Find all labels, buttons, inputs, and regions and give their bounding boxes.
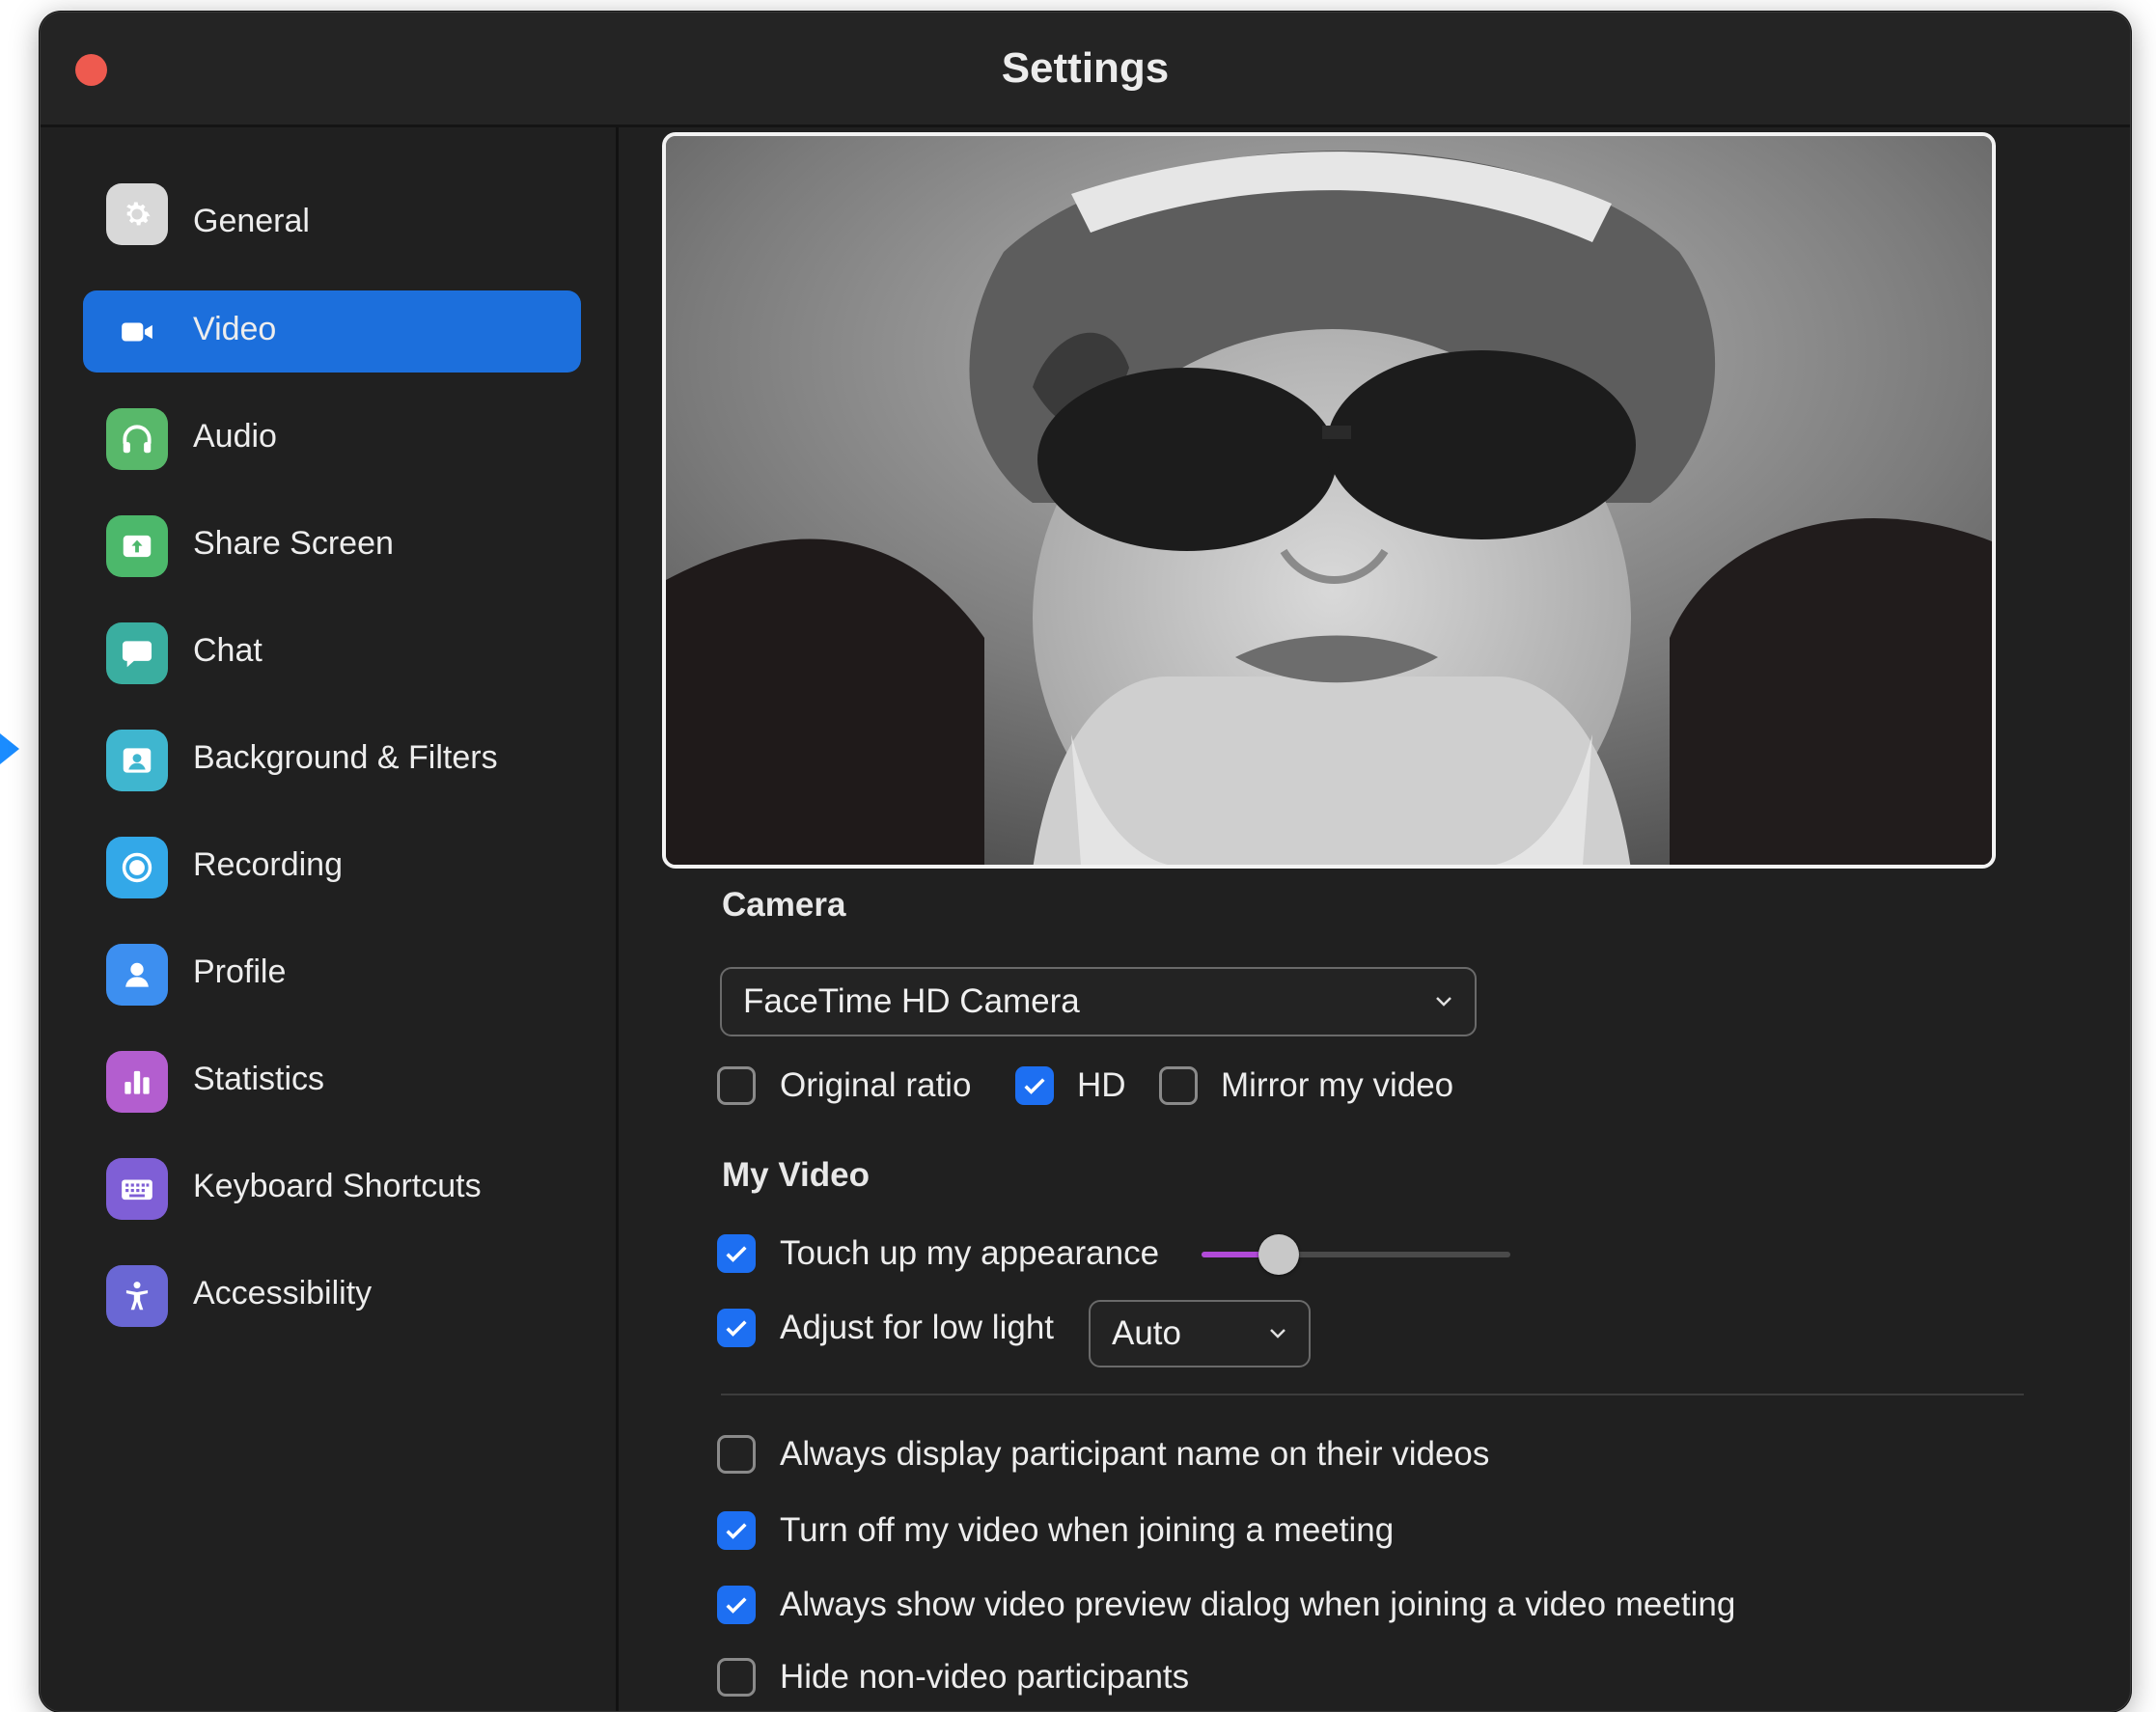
checkmark-icon — [1024, 1078, 1045, 1094]
show-preview-dialog-label: Always show video preview dialog when jo… — [780, 1586, 1736, 1623]
touch-up-slider-thumb[interactable] — [1258, 1234, 1299, 1275]
chevron-down-icon — [1434, 969, 1453, 1035]
hd-checkbox[interactable] — [1015, 1066, 1054, 1105]
hd-label: HD — [1077, 1066, 1126, 1104]
sidebar-item-label: Statistics — [193, 1061, 325, 1097]
sidebar-item-label: Share Screen — [193, 525, 394, 562]
checkmark-icon — [726, 1597, 747, 1614]
profile-icon — [106, 944, 168, 1006]
touch-up-slider[interactable] — [1202, 1234, 1510, 1275]
touch-up-checkbox[interactable] — [717, 1234, 756, 1273]
sidebar-item-label: Accessibility — [193, 1275, 373, 1312]
window-title: Settings — [1001, 44, 1170, 92]
checkmark-icon — [726, 1320, 747, 1337]
pointer-arrow-icon — [0, 733, 19, 764]
my-video-section-title: My Video — [722, 1156, 871, 1194]
original-ratio-checkbox[interactable] — [717, 1066, 756, 1105]
turn-off-video-label: Turn off my video when joining a meeting — [780, 1511, 1395, 1549]
chat-bubble-icon — [106, 622, 168, 684]
checkmark-icon — [726, 1246, 747, 1262]
touch-up-label: Touch up my appearance — [780, 1234, 1160, 1272]
low-light-mode-value: Auto — [1112, 1314, 1181, 1352]
sidebar-item-label: Chat — [193, 632, 263, 669]
accessibility-icon — [106, 1265, 168, 1327]
sidebar-item-label: Audio — [193, 418, 277, 455]
low-light-mode-select[interactable]: Auto — [1089, 1300, 1311, 1367]
record-icon — [106, 837, 168, 898]
camera-select[interactable]: FaceTime HD Camera — [720, 967, 1477, 1036]
low-light-checkbox[interactable] — [717, 1309, 756, 1347]
sidebar-item-label: Keyboard Shortcuts — [193, 1168, 482, 1204]
camera-preview-image — [666, 136, 1992, 865]
share-screen-icon — [106, 515, 168, 577]
background-icon — [106, 730, 168, 791]
display-participant-name-checkbox[interactable] — [717, 1435, 756, 1474]
video-camera-icon — [106, 301, 168, 363]
headphones-icon — [106, 408, 168, 470]
sidebar-item-label: Background & Filters — [193, 739, 498, 776]
video-preview — [662, 132, 1996, 869]
bar-chart-icon — [106, 1051, 168, 1113]
sidebar-item-label: Video — [193, 311, 277, 347]
hide-non-video-checkbox[interactable] — [717, 1658, 756, 1697]
show-preview-dialog-checkbox[interactable] — [717, 1586, 756, 1624]
mirror-video-checkbox[interactable] — [1159, 1066, 1198, 1105]
chevron-down-icon — [1268, 1302, 1287, 1366]
sidebar-item-label: Profile — [193, 953, 287, 990]
settings-sidebar: General Video Audio Share Screen Chat Ba — [41, 127, 619, 1711]
camera-select-value: FaceTime HD Camera — [743, 982, 1080, 1020]
mirror-video-label: Mirror my video — [1221, 1066, 1454, 1104]
sidebar-item-label: General — [193, 203, 310, 239]
checkmark-icon — [726, 1523, 747, 1539]
section-divider — [721, 1394, 2024, 1395]
hide-non-video-label: Hide non-video participants — [780, 1658, 1190, 1696]
sidebar-item-label: Recording — [193, 846, 343, 883]
gear-icon — [106, 183, 168, 245]
turn-off-video-checkbox[interactable] — [717, 1511, 756, 1550]
original-ratio-label: Original ratio — [780, 1066, 972, 1104]
low-light-label: Adjust for low light — [780, 1309, 1055, 1346]
camera-section-title: Camera — [722, 886, 846, 924]
title-bar: Settings — [41, 13, 2130, 127]
display-participant-name-label: Always display participant name on their… — [780, 1435, 1490, 1473]
keyboard-icon — [106, 1158, 168, 1220]
